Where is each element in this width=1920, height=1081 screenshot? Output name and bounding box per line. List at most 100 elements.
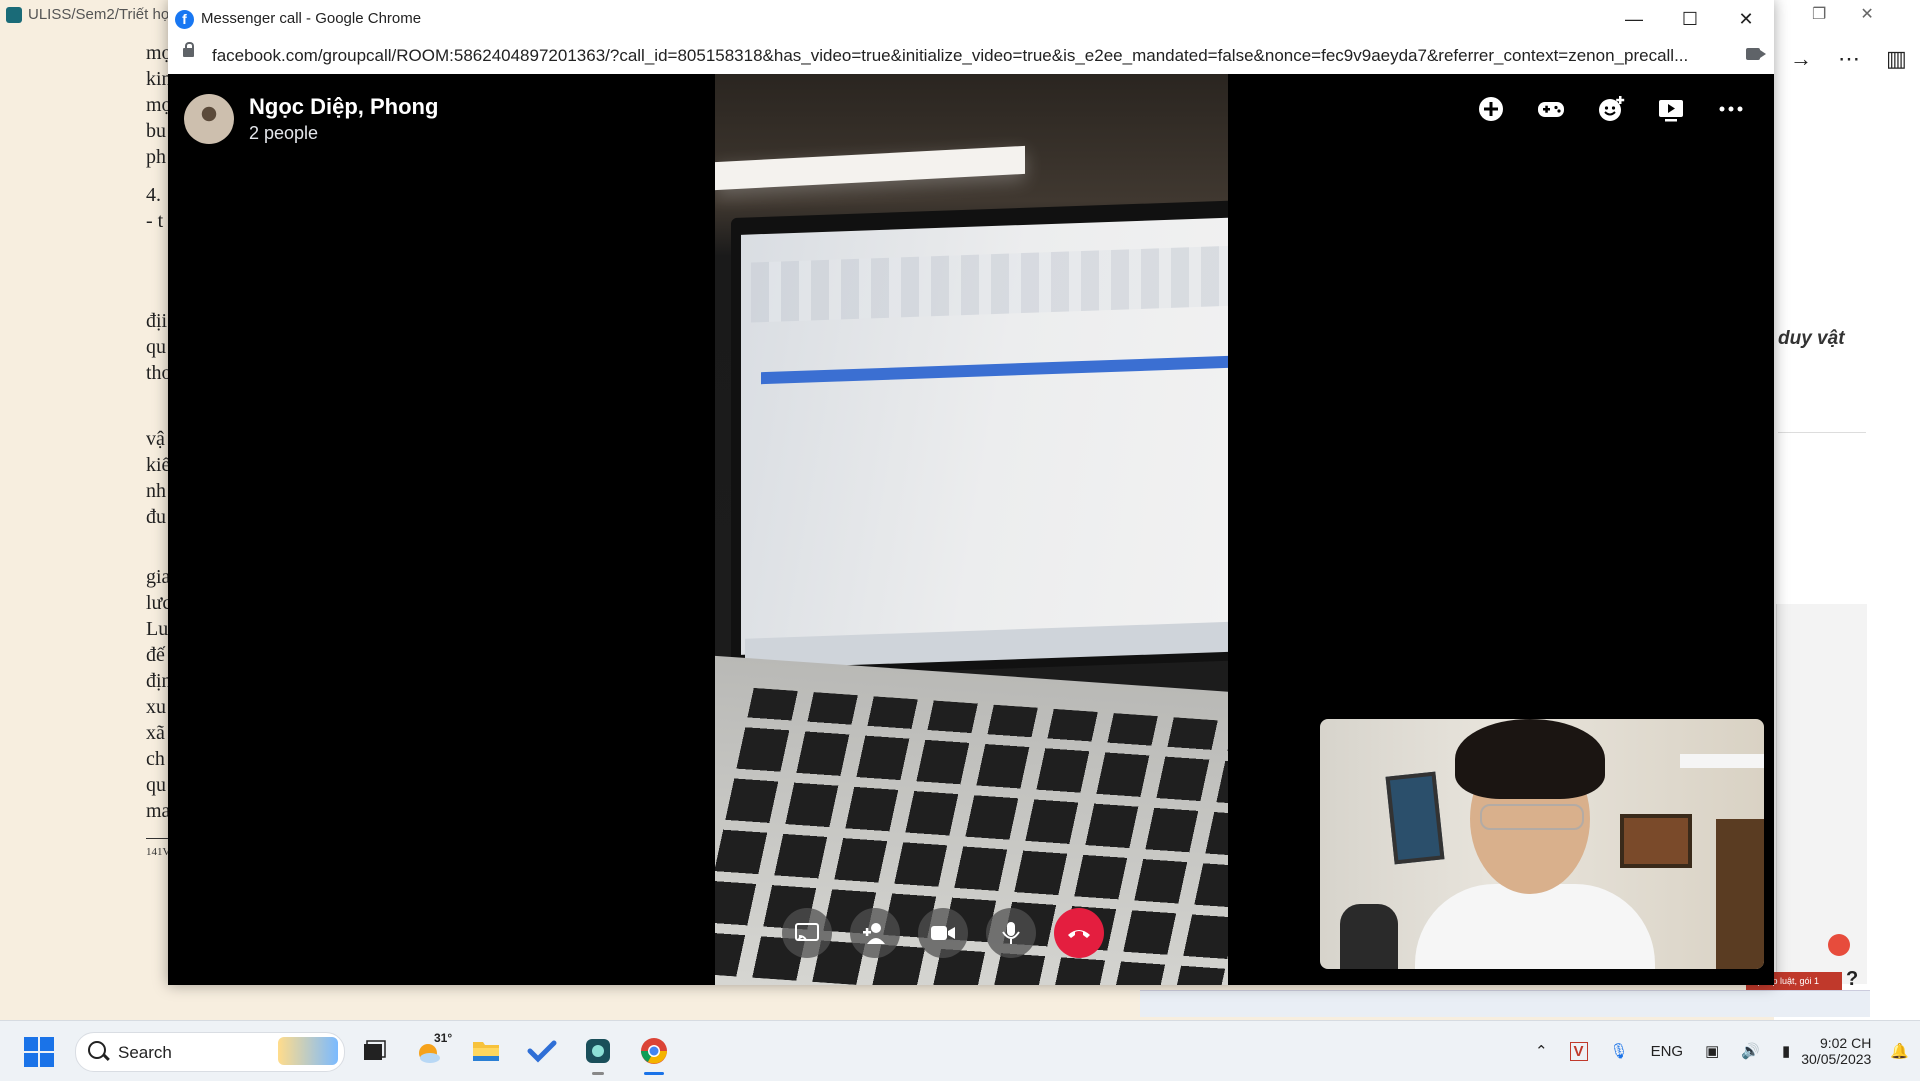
chevron-up-icon[interactable]: ⌃ bbox=[1535, 1042, 1548, 1060]
background-thumbnail-panel bbox=[1776, 604, 1867, 984]
end-call-button[interactable] bbox=[1054, 908, 1104, 958]
help-button[interactable]: ? bbox=[1846, 968, 1858, 991]
document-line-fragment: nh bbox=[146, 480, 166, 502]
running-indicator bbox=[592, 1072, 604, 1075]
maximize-button[interactable]: ☐ bbox=[1662, 0, 1718, 38]
window-titlebar[interactable]: f Messenger call - Google Chrome — ☐ ✕ bbox=[168, 0, 1774, 38]
document-line-fragment: 4. bbox=[146, 184, 161, 206]
facebook-icon: f bbox=[175, 10, 194, 29]
more-icon[interactable] bbox=[1712, 90, 1750, 128]
background-browser-toolbar: → ⋯ ▥ bbox=[1790, 46, 1907, 72]
document-line-fragment: gia bbox=[146, 566, 171, 588]
window-controls: — ☐ ✕ bbox=[1606, 0, 1774, 38]
file-explorer-icon[interactable] bbox=[468, 1029, 504, 1073]
share-screen-button[interactable] bbox=[782, 908, 832, 958]
document-line-fragment: bu bbox=[146, 120, 166, 142]
network-icon[interactable]: ▣ bbox=[1705, 1042, 1719, 1060]
background-window-controls: ❐ ✕ bbox=[1812, 4, 1874, 24]
language-indicator[interactable]: ENG bbox=[1651, 1043, 1684, 1060]
document-line-fragment: Lu bbox=[146, 618, 169, 640]
app-icon[interactable] bbox=[580, 1029, 616, 1075]
side-panel-icon[interactable]: ▥ bbox=[1886, 46, 1907, 72]
call-top-actions bbox=[1472, 90, 1750, 128]
document-line-fragment: đu bbox=[146, 506, 166, 528]
document-line-fragment: - t bbox=[146, 210, 164, 232]
document-line-fragment: qu bbox=[146, 336, 166, 358]
notification-badge-icon[interactable] bbox=[1828, 934, 1850, 956]
document-line-fragment: vậ bbox=[146, 428, 165, 450]
end-call-icon bbox=[1068, 930, 1090, 938]
document-line-fragment: ph bbox=[146, 146, 166, 168]
system-tray: ⌃ V 🎙 ENG ▣ 🔊 ▮ 9:02 CH 30/05/2023 🔔 bbox=[1524, 1021, 1920, 1081]
lock-icon[interactable] bbox=[183, 42, 194, 57]
background-taskbar-preview bbox=[1140, 990, 1870, 1017]
call-participant-count: 2 people bbox=[249, 123, 319, 143]
glasses bbox=[1480, 804, 1584, 830]
camera-button[interactable] bbox=[918, 908, 968, 958]
game-controller-icon[interactable] bbox=[1532, 90, 1570, 128]
call-area: Ngọc Diệp, Phong 2 people bbox=[168, 74, 1774, 985]
document-line-fragment: kiế bbox=[146, 454, 171, 476]
notification-bell-icon[interactable]: 🔔 bbox=[1890, 1042, 1909, 1060]
forward-arrow-icon[interactable]: → bbox=[1790, 46, 1812, 72]
wall-painting bbox=[1385, 771, 1445, 865]
microphone-tray-icon[interactable]: 🎙 bbox=[1610, 1042, 1629, 1060]
more-icon[interactable]: ⋯ bbox=[1838, 46, 1860, 72]
call-controls bbox=[782, 908, 1104, 958]
share-screen-icon bbox=[795, 923, 819, 941]
self-view-video[interactable] bbox=[1320, 719, 1764, 969]
close-button[interactable]: ✕ bbox=[1718, 0, 1774, 38]
microphone-icon bbox=[1002, 922, 1020, 944]
url-text[interactable]: facebook.com/groupcall/ROOM:586240489720… bbox=[212, 46, 1722, 66]
document-line-fragment: địi bbox=[146, 310, 168, 332]
todo-icon[interactable] bbox=[524, 1029, 560, 1073]
volume-icon[interactable]: 🔊 bbox=[1741, 1042, 1760, 1060]
v-app-icon[interactable]: V bbox=[1569, 1041, 1588, 1061]
person-hair bbox=[1455, 719, 1605, 799]
air-conditioner bbox=[1680, 754, 1764, 768]
address-bar[interactable]: facebook.com/groupcall/ROOM:586240489720… bbox=[168, 38, 1774, 75]
weather-icon[interactable]: 31° bbox=[412, 1029, 452, 1073]
effects-icon[interactable] bbox=[1592, 90, 1630, 128]
desk-lamp bbox=[715, 145, 1025, 191]
background-heading: duy vật bbox=[1778, 328, 1845, 349]
task-view-icon[interactable] bbox=[356, 1029, 392, 1073]
background-divider bbox=[1778, 432, 1866, 433]
footnote-text: 141V bbox=[146, 846, 171, 858]
clock-time: 9:02 CH bbox=[1819, 1035, 1872, 1051]
camera-indicator-icon[interactable] bbox=[1746, 48, 1766, 60]
search-icon bbox=[88, 1041, 106, 1059]
document-line-fragment: qu bbox=[146, 774, 166, 796]
clock[interactable]: 9:02 CH 30/05/2023 bbox=[1801, 1035, 1871, 1067]
search-highlight-icon bbox=[278, 1037, 338, 1065]
document-line-fragment: đế bbox=[146, 644, 165, 666]
search-label: Search bbox=[118, 1043, 172, 1062]
document-line-fragment: xu bbox=[146, 696, 166, 718]
taskbar-apps: 31° bbox=[356, 1029, 672, 1075]
person-body bbox=[1415, 884, 1655, 969]
active-indicator bbox=[644, 1072, 664, 1075]
messenger-call-window: f Messenger call - Google Chrome — ☐ ✕ f… bbox=[168, 0, 1774, 985]
bookshelf bbox=[1716, 819, 1764, 969]
close-icon[interactable]: ✕ bbox=[1860, 4, 1873, 24]
taskbar-search[interactable]: Search bbox=[75, 1032, 345, 1072]
window-title: Messenger call - Google Chrome bbox=[201, 10, 422, 27]
play-screen-icon[interactable] bbox=[1652, 90, 1690, 128]
add-person-icon bbox=[863, 923, 885, 944]
restore-icon[interactable]: ❐ bbox=[1812, 4, 1826, 24]
minimize-button[interactable]: — bbox=[1606, 0, 1662, 38]
remote-video bbox=[715, 74, 1228, 985]
battery-icon[interactable]: ▮ bbox=[1782, 1042, 1790, 1060]
add-person-button[interactable] bbox=[850, 908, 900, 958]
call-participant-names: Ngọc Diệp, Phong bbox=[249, 94, 439, 119]
wall-painting bbox=[1620, 814, 1692, 868]
camera-icon bbox=[931, 926, 955, 940]
document-line-fragment: xã bbox=[146, 722, 165, 744]
start-button[interactable] bbox=[24, 1037, 54, 1067]
microphone-button[interactable] bbox=[986, 908, 1036, 958]
group-avatar[interactable] bbox=[184, 94, 234, 144]
document-line-fragment: ch bbox=[146, 748, 165, 770]
add-icon[interactable] bbox=[1472, 90, 1510, 128]
chrome-icon[interactable] bbox=[636, 1029, 672, 1075]
document-line-fragment: ma bbox=[146, 800, 171, 822]
